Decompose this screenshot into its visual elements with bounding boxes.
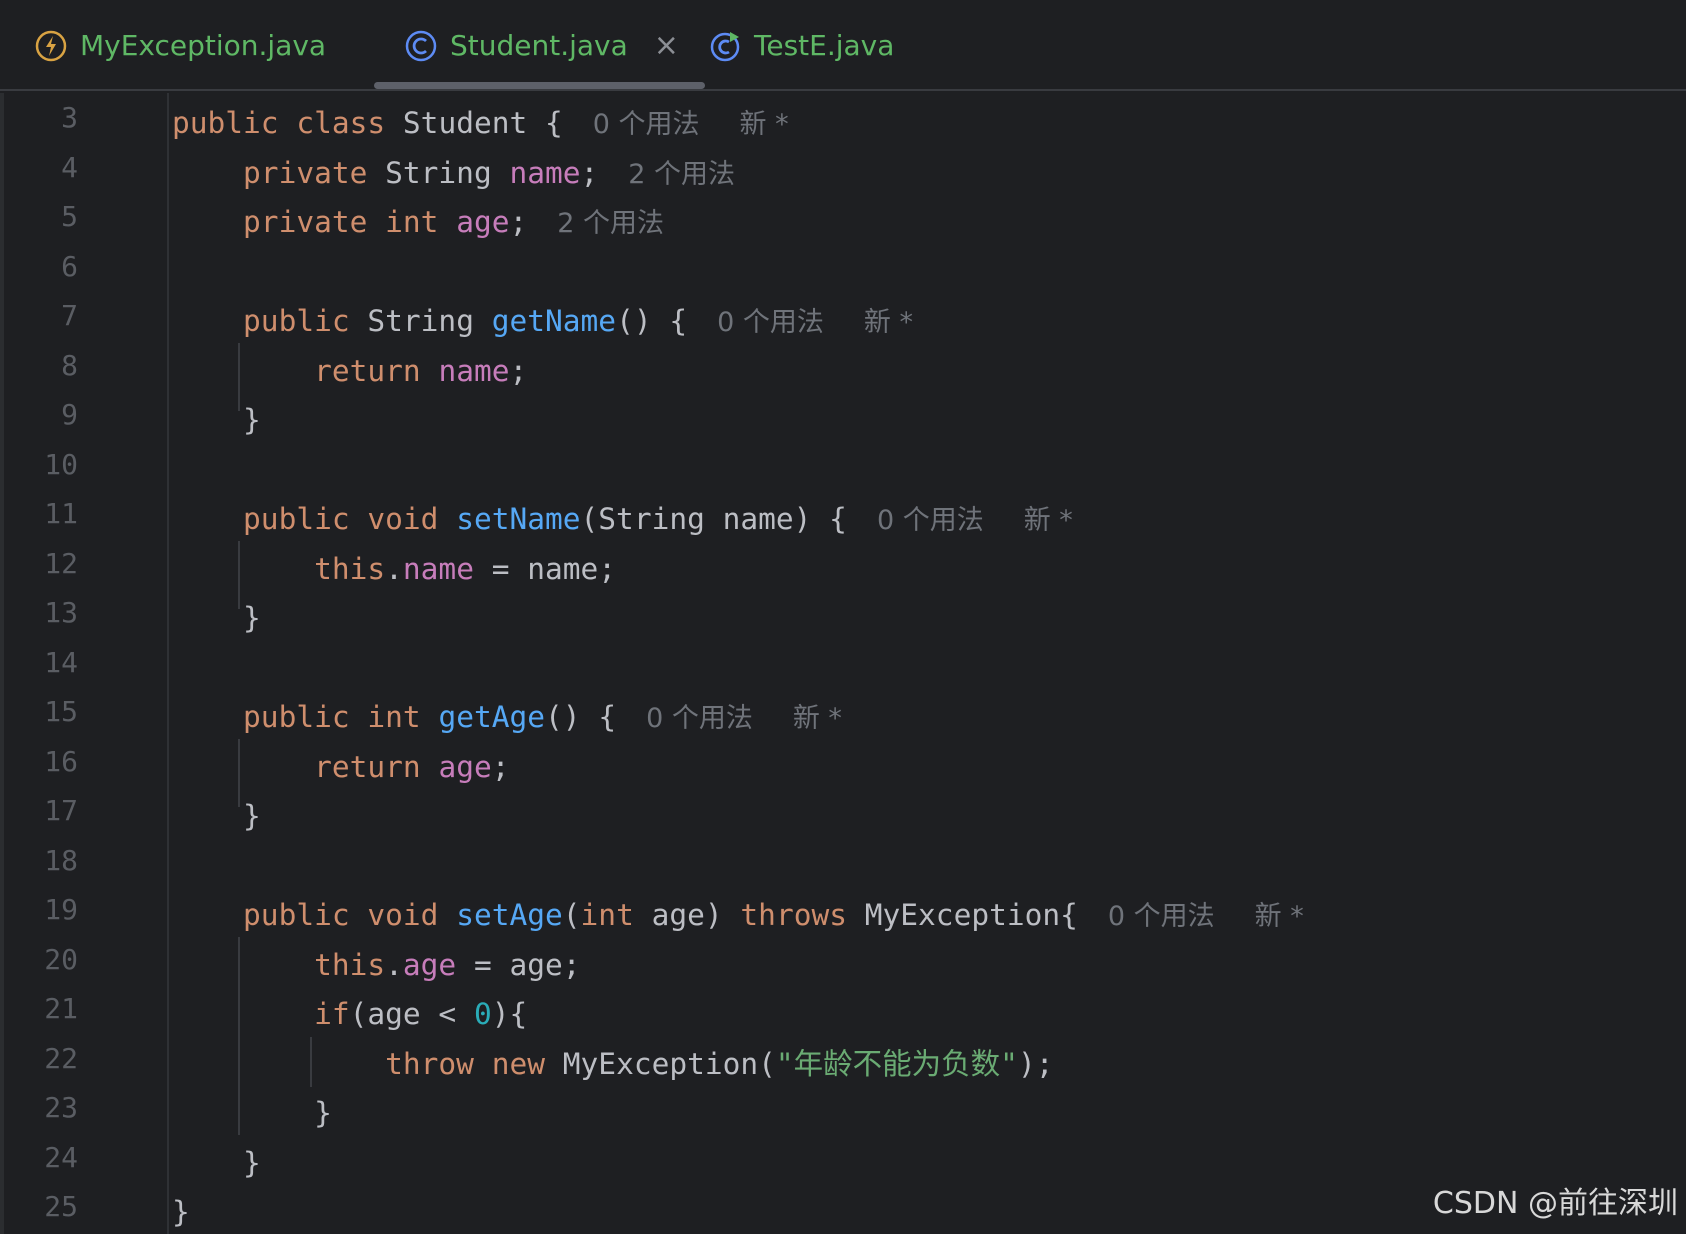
usage-hint[interactable]: 0 个用法 [877, 505, 984, 536]
line-number: 11 [44, 497, 78, 530]
code-line-4[interactable]: private String name; 2 个用法 [172, 149, 735, 198]
usage-hint[interactable]: 2 个用法 [557, 208, 664, 239]
line-number: 13 [44, 596, 78, 629]
line-number: 22 [44, 1041, 78, 1075]
tab-student-java[interactable]: Student.java × [374, 0, 705, 91]
gutter-divider [167, 93, 169, 1234]
editor-tab-bar: MyException.java Student.java × TestE.ja… [0, 0, 1686, 91]
code-line-12[interactable]: this.name = name; [172, 545, 616, 594]
line-number: 21 [44, 992, 78, 1025]
author-hint[interactable]: 新 * [1024, 505, 1073, 536]
code-line-23[interactable]: } [172, 1089, 332, 1138]
line-number: 24 [44, 1140, 78, 1174]
line-number: 18 [44, 843, 78, 877]
tab-label: MyException.java [80, 29, 327, 62]
watermark: CSDN @前往深圳 [1432, 1186, 1678, 1221]
runnable-class-icon [708, 29, 742, 63]
tab-label: Student.java [450, 29, 628, 62]
code-line-16[interactable]: return age; [172, 743, 509, 792]
line-number: 16 [44, 744, 78, 778]
exception-class-icon [34, 29, 68, 63]
line-number: 5 [61, 200, 78, 233]
code-line-25[interactable]: } [172, 1188, 190, 1234]
tab-myexception-java[interactable]: MyException.java [34, 0, 326, 91]
usage-hint[interactable]: 0 个用法 [593, 109, 700, 140]
line-number: 15 [44, 695, 78, 728]
usage-hint[interactable]: 0 个用法 [717, 307, 824, 338]
tab-label: TestE.java [754, 29, 895, 62]
line-number: 20 [44, 942, 78, 976]
code-line-7[interactable]: public String getName() {0 个用法新 * [172, 297, 913, 346]
line-number: 8 [61, 348, 78, 382]
line-number-gutter: 3 4 5 6 7 8 9 10 11 12 13 14 15 16 17 18… [0, 93, 100, 1234]
line-number: 23 [44, 1091, 78, 1124]
class-icon [404, 29, 438, 63]
code-line-21[interactable]: if(age < 0){ [172, 990, 527, 1039]
code-line-19[interactable]: public void setAge(int age) throws MyExc… [172, 891, 1304, 940]
line-number: 19 [44, 893, 78, 926]
line-number: 10 [44, 447, 78, 481]
usage-hint[interactable]: 2 个用法 [628, 159, 735, 190]
code-line-15[interactable]: public int getAge() {0 个用法新 * [172, 693, 842, 742]
code-line-5[interactable]: private int age; 2 个用法 [172, 198, 664, 247]
line-number: 4 [61, 150, 78, 184]
line-number: 17 [44, 794, 78, 827]
code-line-3[interactable]: public class Student {0 个用法新 * [172, 99, 789, 148]
line-number: 14 [44, 645, 78, 679]
line-number: 9 [61, 398, 78, 431]
author-hint[interactable]: 新 * [1255, 901, 1304, 932]
usage-hint[interactable]: 0 个用法 [646, 703, 753, 734]
code-line-24[interactable]: } [172, 1139, 261, 1188]
line-number: 3 [61, 101, 78, 134]
tab-teste-java[interactable]: TestE.java [708, 0, 894, 91]
code-line-22[interactable]: throw new MyException("年龄不能为负数"); [172, 1040, 1053, 1089]
close-icon[interactable]: × [654, 28, 679, 63]
code-line-8[interactable]: return name; [172, 347, 527, 396]
line-number: 25 [44, 1190, 78, 1223]
code-line-9[interactable]: } [172, 396, 261, 445]
line-number: 7 [61, 299, 78, 332]
author-hint[interactable]: 新 * [864, 307, 913, 338]
code-line-13[interactable]: } [172, 594, 261, 643]
code-line-20[interactable]: this.age = age; [172, 941, 580, 990]
author-hint[interactable]: 新 * [740, 109, 789, 140]
code-line-11[interactable]: public void setName(String name) {0 个用法新… [172, 495, 1073, 544]
line-number: 12 [44, 546, 78, 580]
code-line-17[interactable]: } [172, 792, 261, 841]
line-number: 6 [61, 249, 78, 283]
author-hint[interactable]: 新 * [793, 703, 842, 734]
usage-hint[interactable]: 0 个用法 [1108, 901, 1215, 932]
